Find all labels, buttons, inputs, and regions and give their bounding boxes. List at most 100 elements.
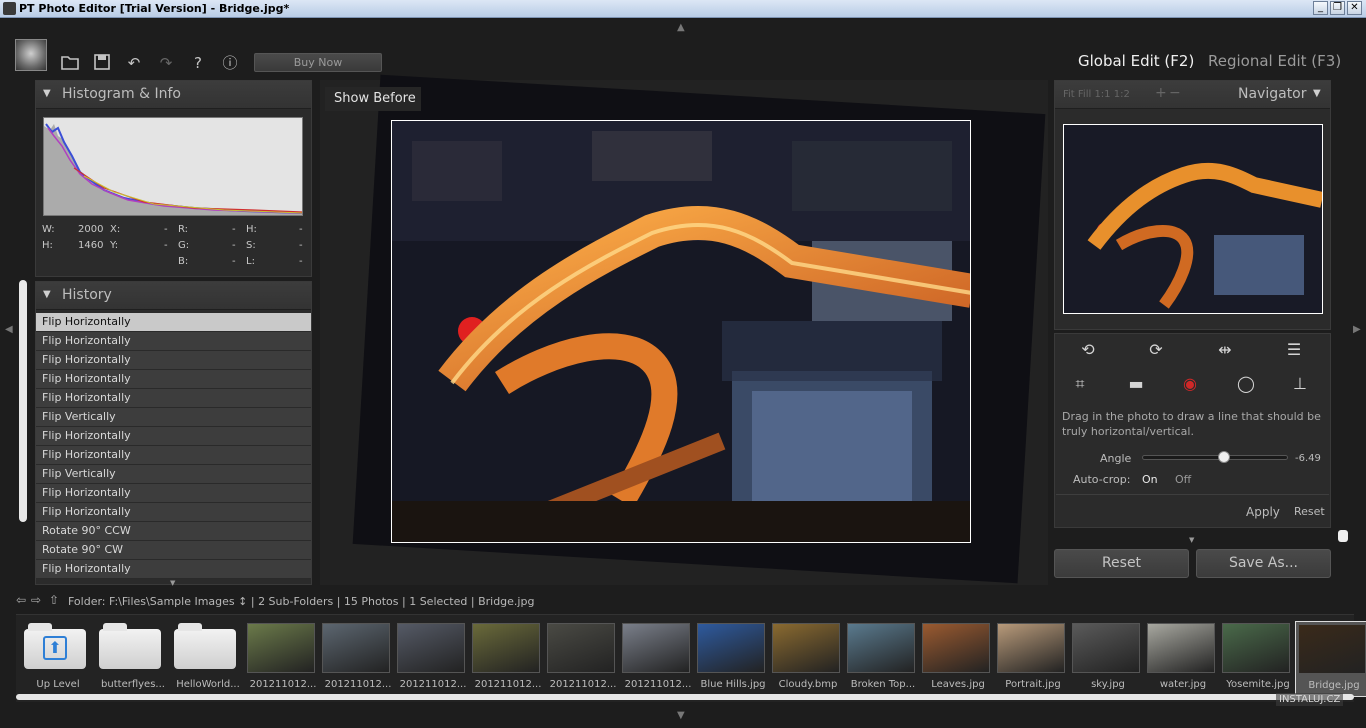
bottom-collapse-arrow-icon[interactable]: ▼ — [677, 710, 685, 721]
zoom-in-icon[interactable]: + — [1155, 85, 1167, 101]
zoom-out-icon[interactable]: − — [1169, 85, 1181, 101]
forward-arrow-icon[interactable]: ⇨ — [31, 593, 41, 607]
history-item[interactable]: Flip Horizontally — [36, 332, 311, 351]
history-panel-title: History — [62, 287, 112, 303]
info-w-value: 2000 — [78, 224, 104, 235]
history-item[interactable]: Flip Horizontally — [36, 313, 311, 332]
folder-thumbnail[interactable]: butterflyes... — [95, 621, 167, 697]
folder-bar: ⇦ ⇨ ⇧ Folder: F:\Files\Sample Images ↕ |… — [16, 592, 1356, 612]
history-scroll-down-icon[interactable]: ▼ — [170, 579, 175, 587]
tab-global-edit[interactable]: Global Edit (F2) — [1078, 52, 1194, 70]
info-icon[interactable]: ⓘ — [220, 54, 240, 72]
folder-path-text[interactable]: Folder: F:\Files\Sample Images ↕ | 2 Sub… — [68, 595, 534, 608]
navigator-thumbnail[interactable] — [1063, 124, 1323, 314]
photo-thumbnail[interactable]: 201211012... — [545, 621, 617, 697]
filmstrip-scrollbar[interactable] — [16, 694, 1354, 700]
undo-icon[interactable]: ↶ — [124, 54, 144, 72]
history-item[interactable]: Flip Horizontally — [36, 484, 311, 503]
minimize-button[interactable]: _ — [1313, 1, 1328, 15]
open-folder-icon[interactable] — [60, 54, 80, 72]
rotate-ccw-icon[interactable]: ⟲ — [1074, 338, 1102, 362]
vignette-icon[interactable]: ◯ — [1232, 372, 1260, 396]
history-item[interactable]: Flip Horizontally — [36, 389, 311, 408]
history-item[interactable]: Flip Horizontally — [36, 503, 311, 522]
photo-thumbnail[interactable]: 201211012... — [320, 621, 392, 697]
show-before-button[interactable]: Show Before — [325, 87, 421, 111]
up-level-item[interactable]: ⬆ Up Level — [20, 621, 92, 697]
photo-thumbnail[interactable]: Broken Top... — [845, 621, 917, 697]
photo-thumbnail[interactable]: 201211012... — [470, 621, 542, 697]
up-arrow-icon[interactable]: ⇧ — [49, 593, 59, 607]
redo-icon[interactable]: ↷ — [156, 54, 176, 72]
history-item[interactable]: Flip Horizontally — [36, 370, 311, 389]
photo-thumbnail[interactable]: 201211012... — [395, 621, 467, 697]
crop-icon[interactable]: ⌗ — [1066, 372, 1094, 396]
photo-thumbnail[interactable]: Cloudy.bmp — [770, 621, 842, 697]
thumbnail-image — [247, 623, 315, 673]
left-scrollbar[interactable] — [19, 280, 27, 522]
history-panel-header[interactable]: ▼ History — [36, 282, 311, 310]
top-collapse-arrow-icon[interactable]: ▲ — [677, 22, 685, 33]
collapse-triangle-icon[interactable]: ▼ — [1313, 88, 1321, 99]
app-icon — [3, 2, 16, 15]
photo-thumbnail[interactable]: 201211012... — [620, 621, 692, 697]
photo-canvas[interactable] — [391, 120, 971, 543]
history-item[interactable]: Flip Horizontally — [36, 427, 311, 446]
panel-collapse-arrow-icon[interactable]: ▼ — [1189, 536, 1194, 544]
info-h-value: 1460 — [78, 240, 104, 251]
apply-button[interactable]: Apply — [1246, 505, 1280, 519]
buy-now-button[interactable]: Buy Now — [254, 53, 382, 72]
red-eye-icon[interactable]: ◉ — [1176, 372, 1204, 396]
window-title: PT Photo Editor [Trial Version] - Bridge… — [19, 2, 290, 15]
navigator-title: Navigator — [1238, 86, 1307, 102]
photo-thumbnail[interactable]: Yosemite.jpg — [1220, 621, 1292, 697]
left-collapse-arrow-icon[interactable]: ◀ — [5, 324, 13, 335]
photo-thumbnail[interactable]: Blue Hills.jpg — [695, 621, 767, 697]
angle-slider-knob[interactable] — [1218, 451, 1231, 463]
flip-horizontal-icon[interactable]: ⇹ — [1211, 338, 1239, 362]
rotate-cw-icon[interactable]: ⟳ — [1142, 338, 1170, 362]
thumbnail-image — [397, 623, 465, 673]
maximize-button[interactable]: ❐ — [1330, 1, 1345, 15]
close-button[interactable]: ✕ — [1347, 1, 1362, 15]
autocrop-on[interactable]: On — [1142, 473, 1158, 486]
photo-thumbnail[interactable]: sky.jpg — [1070, 621, 1142, 697]
history-item[interactable]: Flip Horizontally — [36, 351, 311, 370]
zoom-controls[interactable]: Fit Fill 1:1 1:2 — [1063, 89, 1130, 100]
flip-vertical-icon[interactable]: ☰ — [1280, 338, 1308, 362]
history-item[interactable]: Flip Vertically — [36, 465, 311, 484]
save-icon[interactable] — [92, 54, 112, 72]
right-scrollbar-thumb[interactable] — [1338, 530, 1348, 542]
history-item[interactable]: Flip Vertically — [36, 408, 311, 427]
title-bar: PT Photo Editor [Trial Version] - Bridge… — [0, 0, 1366, 18]
folder-thumbnail[interactable]: HelloWorld... — [170, 621, 242, 697]
tab-regional-edit[interactable]: Regional Edit (F3) — [1208, 52, 1341, 70]
info-x-label: X: — [110, 224, 121, 235]
thumbnail-label: Cloudy.bmp — [778, 679, 838, 690]
history-item[interactable]: Rotate 90° CCW — [36, 522, 311, 541]
info-y-value: - — [164, 240, 168, 251]
info-g-label: G: — [178, 240, 190, 251]
straighten-icon[interactable]: ▬ — [1122, 372, 1150, 396]
photo-thumbnail[interactable]: Portrait.jpg — [995, 621, 1067, 697]
photo-thumbnail[interactable]: Bridge.jpg — [1295, 621, 1366, 697]
right-collapse-arrow-icon[interactable]: ▶ — [1353, 324, 1361, 335]
autocrop-off[interactable]: Off — [1175, 473, 1191, 486]
histogram-panel-header[interactable]: ▼ Histogram & Info — [36, 81, 311, 109]
angle-slider[interactable] — [1142, 451, 1288, 463]
photo-thumbnail[interactable]: water.jpg — [1145, 621, 1217, 697]
thumbnail-label: Leaves.jpg — [931, 679, 985, 690]
help-icon[interactable]: ? — [188, 54, 208, 72]
photo-thumbnail[interactable]: Leaves.jpg — [920, 621, 992, 697]
back-arrow-icon[interactable]: ⇦ — [16, 593, 26, 607]
filmstrip[interactable]: ⬆ Up Level butterflyes... HelloWorld... 2012… — [16, 614, 1366, 702]
history-item[interactable]: Rotate 90° CW — [36, 541, 311, 560]
history-item[interactable]: Flip Horizontally — [36, 446, 311, 465]
save-as-button[interactable]: Save As... — [1196, 549, 1331, 578]
level-icon[interactable]: ⊥ — [1286, 372, 1314, 396]
reset-button[interactable]: Reset — [1054, 549, 1189, 578]
history-item[interactable]: Flip Horizontally — [36, 560, 311, 579]
photo-thumbnail[interactable]: 201211012... — [245, 621, 317, 697]
tool-reset-button[interactable]: Reset — [1294, 505, 1325, 518]
histogram-panel-title: Histogram & Info — [62, 86, 181, 102]
